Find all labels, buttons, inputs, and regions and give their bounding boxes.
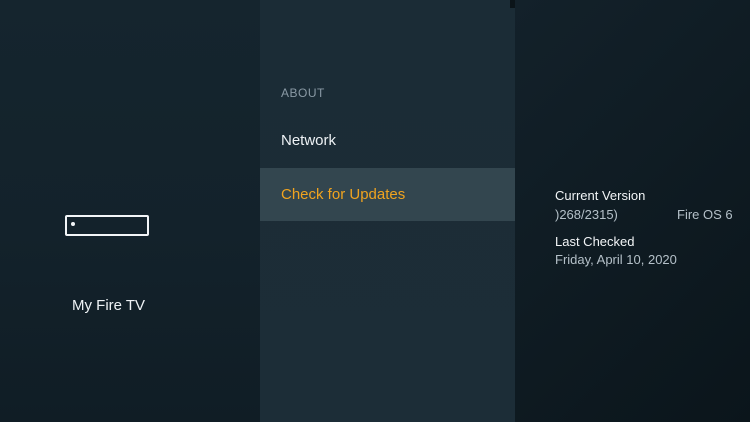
current-version-label: Current Version bbox=[555, 188, 646, 203]
status-light-icon bbox=[71, 222, 75, 226]
os-version-value: Fire OS 6 bbox=[677, 207, 733, 222]
settings-menu: ABOUT Network Check for Updates bbox=[260, 0, 515, 422]
build-number-value: )268/2315) bbox=[555, 207, 618, 222]
details-panel: Current Version )268/2315) Fire OS 6 Las… bbox=[515, 0, 750, 422]
device-panel: My Fire TV bbox=[0, 0, 260, 422]
menu-item-check-for-updates[interactable]: Check for Updates bbox=[260, 168, 515, 221]
last-checked-value: Friday, April 10, 2020 bbox=[555, 252, 677, 267]
last-checked-label: Last Checked bbox=[555, 234, 635, 249]
menu-item-network[interactable]: Network bbox=[260, 114, 515, 167]
device-name: My Fire TV bbox=[72, 297, 146, 314]
section-header: ABOUT bbox=[281, 86, 325, 100]
fire-tv-stick-icon bbox=[65, 215, 149, 236]
